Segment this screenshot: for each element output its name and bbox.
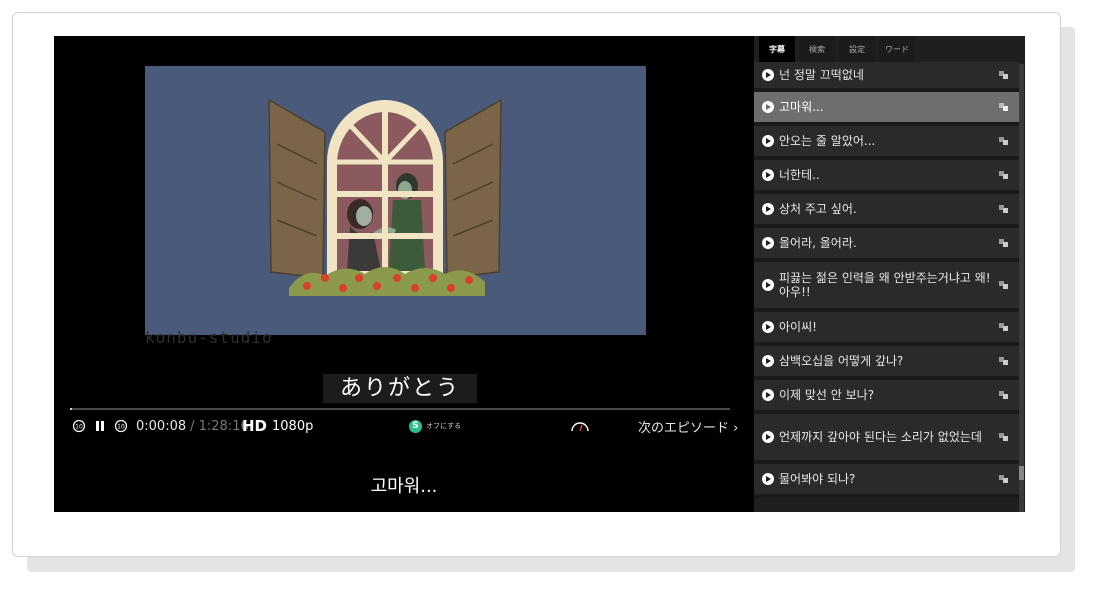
translate-icon[interactable] <box>999 71 1008 79</box>
tab-subtitles[interactable]: 字幕 <box>759 36 795 62</box>
translate-icon[interactable] <box>999 281 1008 289</box>
subtitle-line[interactable]: 올어라, 올어라. <box>754 228 1020 262</box>
player-controls: 10 10 0:00:08 / 1:28:16 HD 1080p S オフにする <box>54 414 754 438</box>
pause-button[interactable] <box>94 414 106 438</box>
subtitle-line-text: 고마워... <box>779 100 824 114</box>
play-line-icon[interactable] <box>762 237 774 249</box>
subtitle-line-text: 피끓는 젊은 인력을 왜 안받주는거냐고 왜! 아우!! <box>779 271 991 299</box>
subtitle-line-text: 안오는 줄 알았어... <box>779 134 876 148</box>
subtitle-line-text: 너한테.. <box>779 168 820 182</box>
translate-icon[interactable] <box>999 137 1008 145</box>
play-line-icon[interactable] <box>762 431 774 443</box>
subtitle-line-text: 이제 맞선 안 보나? <box>779 388 875 402</box>
time-display: 0:00:08 / 1:28:16 <box>136 414 249 438</box>
japanese-subtitle: ありがとう <box>323 374 478 403</box>
tab-settings[interactable]: 設定 <box>839 36 875 62</box>
subtitle-line-text: 삼백오십을 어떻게 갚나? <box>779 354 904 368</box>
subtitle-line-text: 상처 주고 싶어. <box>779 202 857 216</box>
translate-icon[interactable] <box>999 239 1008 247</box>
translate-icon[interactable] <box>999 433 1008 441</box>
subtitle-line-text: 물어봐야 되나? <box>779 472 856 486</box>
forward-10-icon: 10 <box>114 419 128 433</box>
play-line-icon[interactable] <box>762 101 774 113</box>
speedometer-icon <box>571 422 589 432</box>
resolution-label: 1080p <box>272 418 314 434</box>
subtitle-line[interactable]: 안오는 줄 알았어... <box>754 126 1020 160</box>
total-time: / 1:28:16 <box>190 418 249 434</box>
play-line-icon[interactable] <box>762 321 774 333</box>
play-line-icon[interactable] <box>762 135 774 147</box>
subtitle-line-text: 아이씨! <box>779 320 817 334</box>
subtitle-line[interactable]: 너한테.. <box>754 160 1020 194</box>
subtitle-line[interactable]: 삼백오십을 어떻게 갚나? <box>754 346 1020 380</box>
forward-10-button[interactable]: 10 <box>114 414 128 438</box>
subtitle-sidebar: 字幕 検索 設定 ワード 넌 정말 끄떡없네 고마워... 안오는 줄 알았어.… <box>754 36 1025 512</box>
subtitle-line[interactable]: 언제까지 갚아야 된다는 소리가 없었는데 <box>754 414 1020 464</box>
scrollbar-thumb[interactable] <box>1019 466 1024 480</box>
translate-icon[interactable] <box>999 171 1008 179</box>
subtitle-badge-icon: S <box>409 419 422 433</box>
subtitle-line[interactable]: 이제 맞선 안 보나? <box>754 380 1020 414</box>
svg-text:10: 10 <box>117 424 125 431</box>
hd-label: HD <box>242 417 268 435</box>
video-illustration <box>268 98 502 296</box>
subtitle-line-text: 넌 정말 끄떡없네 <box>779 68 864 82</box>
translate-icon[interactable] <box>999 391 1008 399</box>
video-frame[interactable] <box>145 66 646 335</box>
watermark: konbu-studio <box>145 328 273 347</box>
korean-subtitle: 고마워... <box>370 476 438 497</box>
play-line-icon[interactable] <box>762 279 774 291</box>
tab-words[interactable]: ワード <box>879 36 915 62</box>
subtitle-toggle-label: オフにする <box>426 422 462 430</box>
play-line-icon[interactable] <box>762 355 774 367</box>
rewind-10-icon: 10 <box>72 419 86 433</box>
translate-icon[interactable] <box>999 475 1008 483</box>
subtitle-line[interactable]: 상처 주고 싶어. <box>754 194 1020 228</box>
svg-text:10: 10 <box>75 424 83 431</box>
subtitle-line-text: 올어라, 올어라. <box>779 236 857 250</box>
play-line-icon[interactable] <box>762 69 774 81</box>
subtitle-line[interactable]: 아이씨! <box>754 312 1020 346</box>
subtitle-line[interactable]: 고마워... <box>754 92 1020 126</box>
subtitle-line[interactable]: 넌 정말 끄떡없네 <box>754 62 1020 92</box>
progress-bar[interactable] <box>70 408 730 410</box>
sidebar-tabs: 字幕 検索 設定 ワード <box>754 36 915 62</box>
current-time: 0:00:08 <box>136 418 187 434</box>
quality-selector[interactable]: HD 1080p <box>242 414 313 438</box>
subtitle-line[interactable]: 피끓는 젊은 인력을 왜 안받주는거냐고 왜! 아우!! <box>754 262 1020 312</box>
play-line-icon[interactable] <box>762 169 774 181</box>
speed-button[interactable] <box>569 414 591 438</box>
translate-icon[interactable] <box>999 323 1008 331</box>
subtitle-line-text: 언제까지 갚아야 된다는 소리가 없었는데 <box>779 430 982 444</box>
rewind-10-button[interactable]: 10 <box>72 414 86 438</box>
translate-icon[interactable] <box>999 205 1008 213</box>
play-line-icon[interactable] <box>762 389 774 401</box>
progress-fill <box>70 408 72 410</box>
subtitle-list: 넌 정말 끄떡없네 고마워... 안오는 줄 알았어... 너한테.. 상처 주… <box>754 62 1020 498</box>
translate-icon[interactable] <box>999 103 1008 111</box>
subtitle-toggle[interactable]: S オフにする <box>409 414 461 438</box>
pause-icon <box>96 421 104 431</box>
subtitle-line[interactable]: 물어봐야 되나? <box>754 464 1020 498</box>
video-player[interactable]: konbu-studio ありがとう 10 10 0:00:08 / 1:28:… <box>54 36 754 512</box>
play-line-icon[interactable] <box>762 473 774 485</box>
next-episode-button[interactable]: 次のエピソード › <box>638 414 738 438</box>
play-line-icon[interactable] <box>762 203 774 215</box>
sidebar-scrollbar[interactable] <box>1019 64 1024 512</box>
translate-icon[interactable] <box>999 357 1008 365</box>
tab-search[interactable]: 検索 <box>799 36 835 62</box>
